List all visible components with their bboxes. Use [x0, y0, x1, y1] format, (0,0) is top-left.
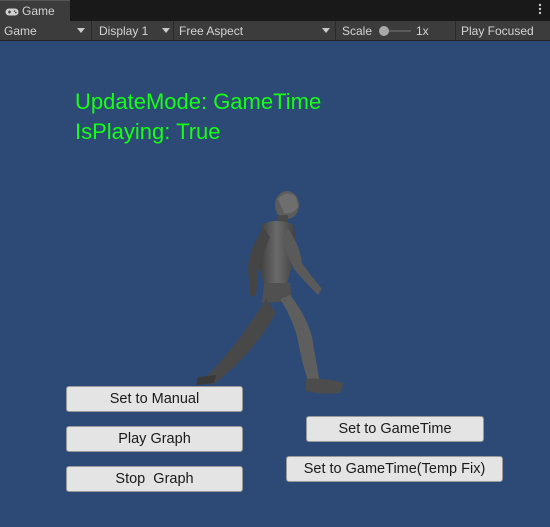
- play-mode-label: Play Focused: [461, 23, 534, 38]
- kebab-menu-icon[interactable]: [538, 3, 542, 17]
- set-to-gametime-button[interactable]: Set to GameTime: [306, 416, 484, 442]
- scale-value: 1x: [416, 23, 429, 38]
- tab-game-label: Game: [22, 4, 55, 18]
- aspect-dropdown[interactable]: Free Aspect: [174, 21, 336, 40]
- game-toolbar: Game Display 1 Free Aspect Scale 1x Play…: [0, 21, 550, 41]
- chevron-down-icon: [322, 28, 330, 33]
- scale-slider-knob[interactable]: [379, 26, 389, 36]
- view-mode-label: Game: [4, 23, 37, 38]
- is-playing-text: IsPlaying: True: [75, 119, 221, 144]
- set-to-manual-button[interactable]: Set to Manual: [66, 386, 243, 412]
- gamepad-icon: [5, 6, 19, 16]
- stop-graph-button[interactable]: Stop Graph: [66, 466, 243, 492]
- chevron-down-icon: [77, 28, 85, 33]
- view-mode-dropdown[interactable]: Game: [0, 21, 92, 40]
- play-graph-button[interactable]: Play Graph: [66, 426, 243, 452]
- walking-mannequin: [196, 191, 344, 394]
- tab-game[interactable]: Game: [0, 0, 70, 21]
- chevron-down-icon: [162, 28, 170, 33]
- update-mode-text: UpdateMode: GameTime: [75, 89, 322, 114]
- set-to-gametime-fix-button[interactable]: Set to GameTime(Temp Fix): [286, 456, 503, 482]
- play-focused-dropdown[interactable]: Play Focused: [456, 21, 550, 40]
- display-dropdown[interactable]: Display 1: [92, 21, 174, 40]
- tab-strip: Game: [0, 0, 550, 21]
- game-view-window: Game Game Display 1 Free Aspect Scale 1x…: [0, 0, 550, 527]
- display-label: Display 1: [99, 23, 149, 38]
- scale-control[interactable]: Scale 1x: [336, 21, 456, 40]
- aspect-label: Free Aspect: [179, 23, 244, 38]
- scale-label: Scale: [342, 23, 373, 38]
